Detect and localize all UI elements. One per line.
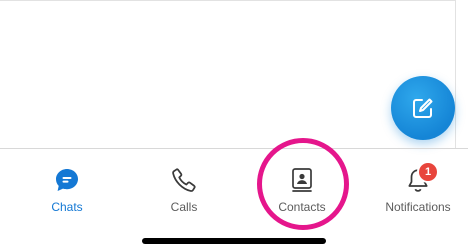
calls-icon-wrap [171,163,197,193]
tab-chats[interactable]: Chats [17,163,117,223]
tab-calls[interactable]: Calls [134,163,234,223]
chat-bubble-icon [56,169,78,191]
notifications-icon-wrap: 1 [405,163,437,193]
bottom-tab-bar: Chats Calls Contacts 1 Notifications [0,149,468,248]
home-indicator[interactable] [142,238,326,244]
compose-icon [413,98,433,118]
tab-notifications[interactable]: 1 Notifications [368,163,468,223]
chats-icon-wrap [54,163,80,193]
tab-calls-label: Calls [170,200,198,214]
notifications-badge: 1 [419,163,437,181]
phone-icon [172,168,196,192]
main-content-area [0,0,456,148]
contacts-book-icon [292,168,312,192]
tab-chats-label: Chats [51,200,83,214]
new-chat-button[interactable] [391,76,455,140]
tab-contacts[interactable]: Contacts [252,163,352,223]
tab-notifications-label: Notifications [385,200,451,214]
contacts-icon-wrap [290,163,314,193]
tab-contacts-label: Contacts [278,200,326,214]
